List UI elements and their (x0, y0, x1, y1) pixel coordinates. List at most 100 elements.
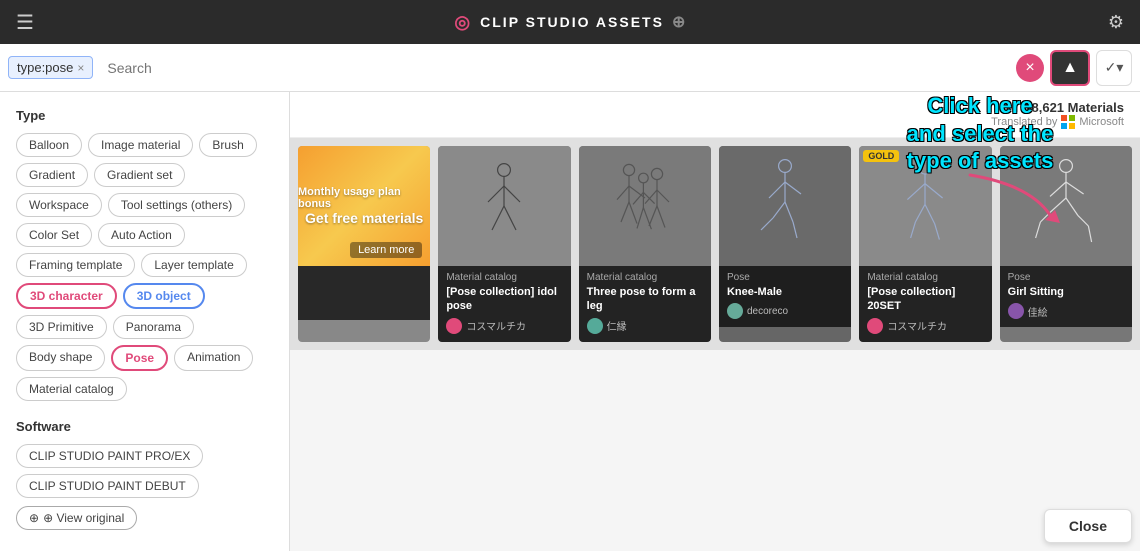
clear-icon: × (1025, 59, 1034, 77)
filter-tag-gradient[interactable]: Gradient (16, 163, 88, 187)
filter-panel: Type Balloon Image material Brush Gradie… (0, 92, 290, 551)
card-author-row-4: コスマルチカ (867, 318, 983, 334)
promo-learn-more[interactable]: Learn more (350, 242, 422, 258)
card-bottom-4: Material catalog [Pose collection] 20SET… (859, 266, 991, 342)
filter-type-tags: Balloon Image material Brush Gradient Gr… (16, 133, 273, 401)
filter-tag-brush[interactable]: Brush (199, 133, 256, 157)
pose-sketch-4 (885, 156, 965, 256)
menu-icon[interactable]: ☰ (16, 10, 34, 35)
pose-sketch-5 (1026, 156, 1106, 256)
pose-sketch-1 (464, 156, 544, 256)
promo-card[interactable]: Monthly usage plan bonus Get free materi… (298, 146, 430, 342)
card-title-1: [Pose collection] idol pose (446, 285, 562, 314)
app-header: ☰ ◎ CLIP STUDIO ASSETS ⊕ ⚙ (0, 0, 1140, 44)
bookmark-icon[interactable]: ⊕ (672, 12, 687, 32)
card-author-name-5: 佳絵 (1028, 304, 1048, 319)
filter-tag-workspace[interactable]: Workspace (16, 193, 102, 217)
card-bottom-1: Material catalog [Pose collection] idol … (438, 266, 570, 342)
card-avatar-1 (446, 318, 462, 334)
pose-sketch-2 (605, 156, 685, 256)
filter-tag-3d-character[interactable]: 3D character (16, 283, 117, 309)
search-tag-pose[interactable]: type:pose × (8, 56, 93, 79)
filter-tag-tool-settings[interactable]: Tool settings (others) (108, 193, 245, 217)
search-clear-button[interactable]: × (1016, 54, 1044, 82)
card-author-row-5: 佳絵 (1008, 303, 1124, 319)
logo-icon: ◎ (454, 12, 472, 33)
card-category-2: Material catalog (587, 272, 703, 283)
card-category-4: Material catalog (867, 272, 983, 283)
card-author-name-3: decoreco (747, 306, 788, 317)
card-title-5: Girl Sitting (1008, 285, 1124, 299)
filter-tag-gradient-set[interactable]: Gradient set (94, 163, 185, 187)
filter-tag-debut[interactable]: CLIP STUDIO PAINT DEBUT (16, 474, 199, 498)
material-card-1[interactable]: Material catalog [Pose collection] idol … (438, 146, 570, 342)
materials-header: 18,621 Materials Translated by Microsoft (290, 92, 1140, 138)
ms-logo-icon (1061, 115, 1075, 129)
filter-tag-color-set[interactable]: Color Set (16, 223, 92, 247)
app-logo: ◎ CLIP STUDIO ASSETS ⊕ (454, 12, 687, 33)
gear-icon[interactable]: ⚙ (1108, 12, 1124, 33)
translated-by-name: Microsoft (1079, 116, 1124, 128)
chevron-up-icon: ▲ (1062, 59, 1078, 77)
main-content: Type Balloon Image material Brush Gradie… (0, 92, 1140, 551)
card-badge-4: GOLD (863, 150, 899, 162)
content-area: 18,621 Materials Translated by Microsoft (290, 92, 1140, 551)
card-thumb-2 (579, 146, 711, 266)
card-thumb-3 (719, 146, 851, 266)
search-input[interactable] (99, 56, 1010, 80)
filter-tag-balloon[interactable]: Balloon (16, 133, 82, 157)
filter-type-label: Type (16, 108, 273, 123)
card-title-4: [Pose collection] 20SET (867, 285, 983, 314)
filter-tag-image-material[interactable]: Image material (88, 133, 193, 157)
microsoft-logo (1061, 115, 1075, 129)
view-original-icon: ⊕ (29, 511, 39, 525)
filter-tag-panorama[interactable]: Panorama (113, 315, 194, 339)
card-author-name-4: コスマルチカ (887, 318, 947, 333)
card-category-3: Pose (727, 272, 843, 283)
materials-count: 18,621 Materials (991, 100, 1124, 115)
cards-container: Monthly usage plan bonus Get free materi… (290, 138, 1140, 350)
material-card-4[interactable]: GOLD (859, 146, 991, 342)
material-card-3[interactable]: Pose Knee-Male decoreco (719, 146, 851, 342)
card-thumb-4: GOLD (859, 146, 991, 266)
search-check-button[interactable]: ✓▾ (1096, 50, 1132, 86)
translated-by-label: Translated by (991, 116, 1057, 128)
card-category-5: Pose (1008, 272, 1124, 283)
card-title-2: Three pose to form a leg (587, 285, 703, 314)
promo-text-main: Get free materials (305, 210, 423, 226)
card-thumb-1 (438, 146, 570, 266)
close-button[interactable]: Close (1044, 509, 1132, 543)
card-author-name-2: 仁縁 (607, 318, 627, 333)
search-tag-close-icon[interactable]: × (77, 61, 84, 75)
filter-tag-pro-ex[interactable]: CLIP STUDIO PAINT PRO/EX (16, 444, 203, 468)
material-card-2[interactable]: Material catalog Three pose to form a le… (579, 146, 711, 342)
card-bottom-3: Pose Knee-Male decoreco (719, 266, 851, 327)
filter-tag-layer-template[interactable]: Layer template (141, 253, 246, 277)
check-icon: ✓▾ (1105, 59, 1124, 76)
promo-text-top: Monthly usage plan bonus (298, 186, 430, 210)
filter-tag-pose[interactable]: Pose (111, 345, 168, 371)
filter-tag-3d-object[interactable]: 3D object (123, 283, 205, 309)
view-original-button[interactable]: ⊕ ⊕ View original (16, 506, 137, 530)
filter-tag-material-catalog[interactable]: Material catalog (16, 377, 127, 401)
filter-tag-auto-action[interactable]: Auto Action (98, 223, 185, 247)
view-original-label: ⊕ View original (43, 511, 124, 525)
search-toggle-button[interactable]: ▲ (1050, 50, 1090, 86)
filter-software-label: Software (16, 419, 273, 434)
card-avatar-5 (1008, 303, 1024, 319)
app-title: CLIP STUDIO ASSETS (480, 14, 664, 30)
card-avatar-4 (867, 318, 883, 334)
card-thumb-5 (1000, 146, 1132, 266)
material-card-5[interactable]: Pose Girl Sitting 佳絵 (1000, 146, 1132, 342)
filter-tag-animation[interactable]: Animation (174, 345, 253, 371)
card-author-row-3: decoreco (727, 303, 843, 319)
card-author-name-1: コスマルチカ (466, 318, 526, 333)
card-bottom-5: Pose Girl Sitting 佳絵 (1000, 266, 1132, 327)
filter-tag-framing-template[interactable]: Framing template (16, 253, 135, 277)
promo-banner: Monthly usage plan bonus Get free materi… (298, 146, 430, 266)
promo-card-bottom (298, 266, 430, 320)
filter-tag-body-shape[interactable]: Body shape (16, 345, 105, 371)
filter-software-tags: CLIP STUDIO PAINT PRO/EX CLIP STUDIO PAI… (16, 444, 273, 498)
card-avatar-2 (587, 318, 603, 334)
filter-tag-3d-primitive[interactable]: 3D Primitive (16, 315, 107, 339)
